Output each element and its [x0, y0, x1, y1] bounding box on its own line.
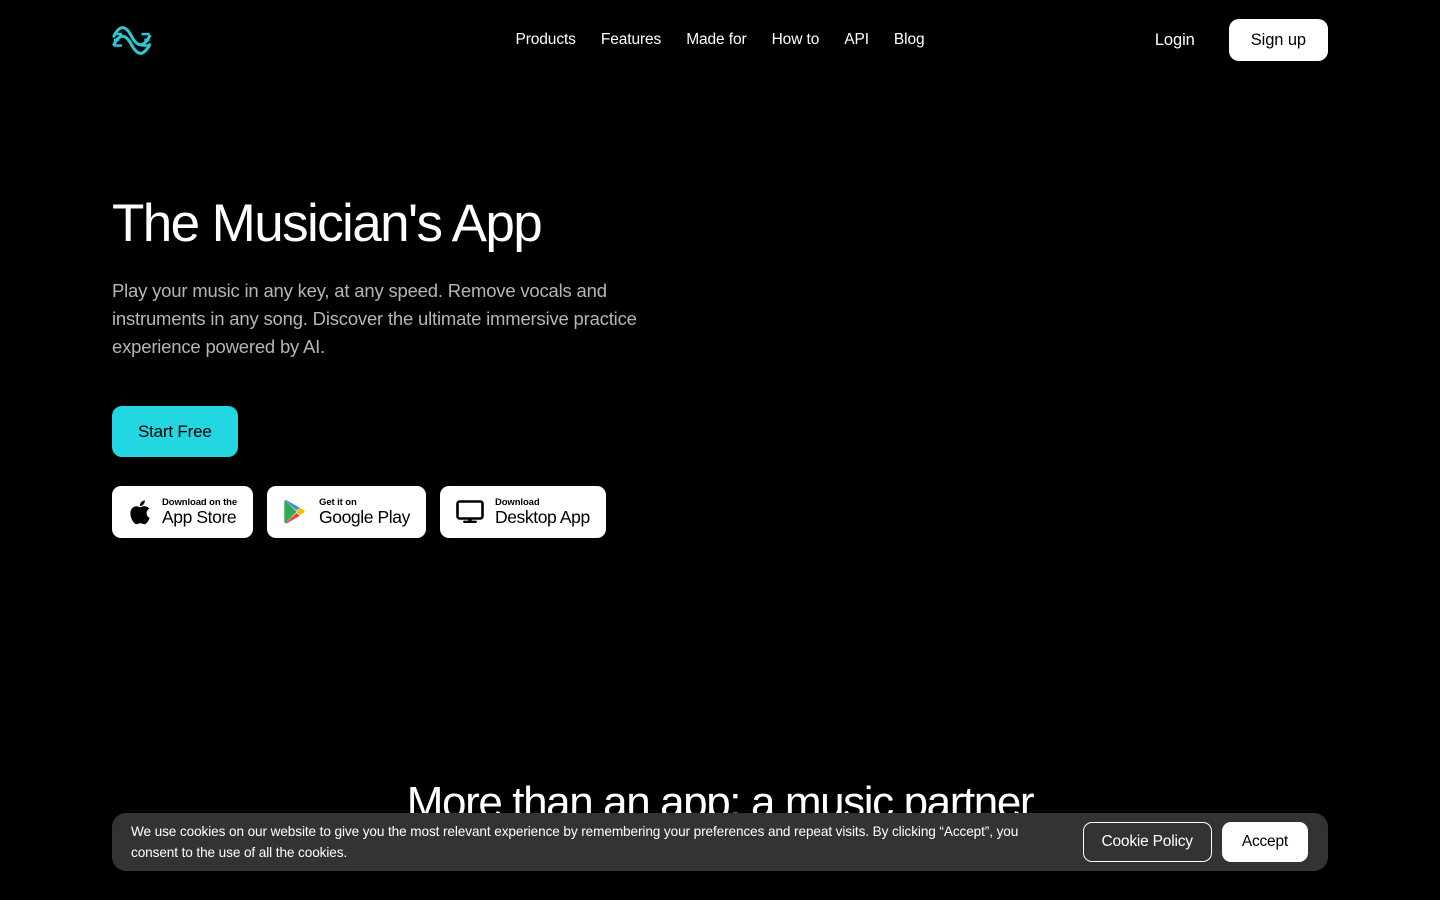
hero-subtitle: Play your music in any key, at any speed… [112, 280, 637, 358]
hero-title: The Musician's App [112, 194, 543, 253]
nav-item-blog[interactable]: Blog [894, 31, 925, 49]
cookie-actions: Cookie Policy Accept [1082, 822, 1308, 862]
google-play-icon [283, 499, 308, 526]
app-store-small-label: Download on the [162, 496, 238, 508]
landing-page: Products Features Made for How to API Bl… [0, 0, 1440, 900]
site-header: Products Features Made for How to API Bl… [0, 0, 1440, 80]
google-play-badge[interactable]: Get it on Google Play [267, 486, 426, 539]
google-play-badge-text: Get it on Google Play [319, 498, 410, 527]
store-badge-row: Download on the App Store Get it on Goog… [112, 486, 732, 539]
app-store-large-label: App Store [162, 507, 237, 528]
desktop-monitor-icon [456, 500, 484, 524]
desktop-app-small-label: Download [494, 496, 540, 508]
login-link[interactable]: Login [1155, 31, 1195, 50]
nav-item-how-to[interactable]: How to [772, 31, 820, 49]
desktop-app-badge-text: Download Desktop App [495, 498, 590, 527]
apple-icon [128, 499, 151, 526]
signup-button[interactable]: Sign up [1228, 19, 1328, 61]
desktop-app-large-label: Desktop App [494, 507, 590, 528]
cookie-consent-banner: We use cookies on our website to give yo… [112, 813, 1328, 871]
cookie-accept-button[interactable]: Accept [1221, 822, 1308, 862]
header-actions: Login Sign up [1155, 0, 1328, 80]
desktop-app-badge[interactable]: Download Desktop App [439, 486, 606, 539]
nav-item-products[interactable]: Products [515, 31, 575, 49]
google-play-large-label: Google Play [319, 507, 410, 528]
hero-section: The Musician's App Play your music in an… [112, 194, 732, 539]
cookie-message: We use cookies on our website to give yo… [131, 824, 1019, 860]
nav-item-made-for[interactable]: Made for [686, 31, 746, 49]
app-store-badge-text: Download on the App Store [162, 498, 237, 527]
nav-item-features[interactable]: Features [601, 31, 661, 49]
google-play-small-label: Get it on [319, 496, 357, 508]
start-free-button[interactable]: Start Free [112, 406, 238, 458]
wave-logo-icon[interactable] [112, 24, 152, 56]
nav-item-api[interactable]: API [844, 31, 869, 49]
cookie-policy-button[interactable]: Cookie Policy [1082, 822, 1212, 862]
app-store-badge[interactable]: Download on the App Store [112, 486, 254, 539]
